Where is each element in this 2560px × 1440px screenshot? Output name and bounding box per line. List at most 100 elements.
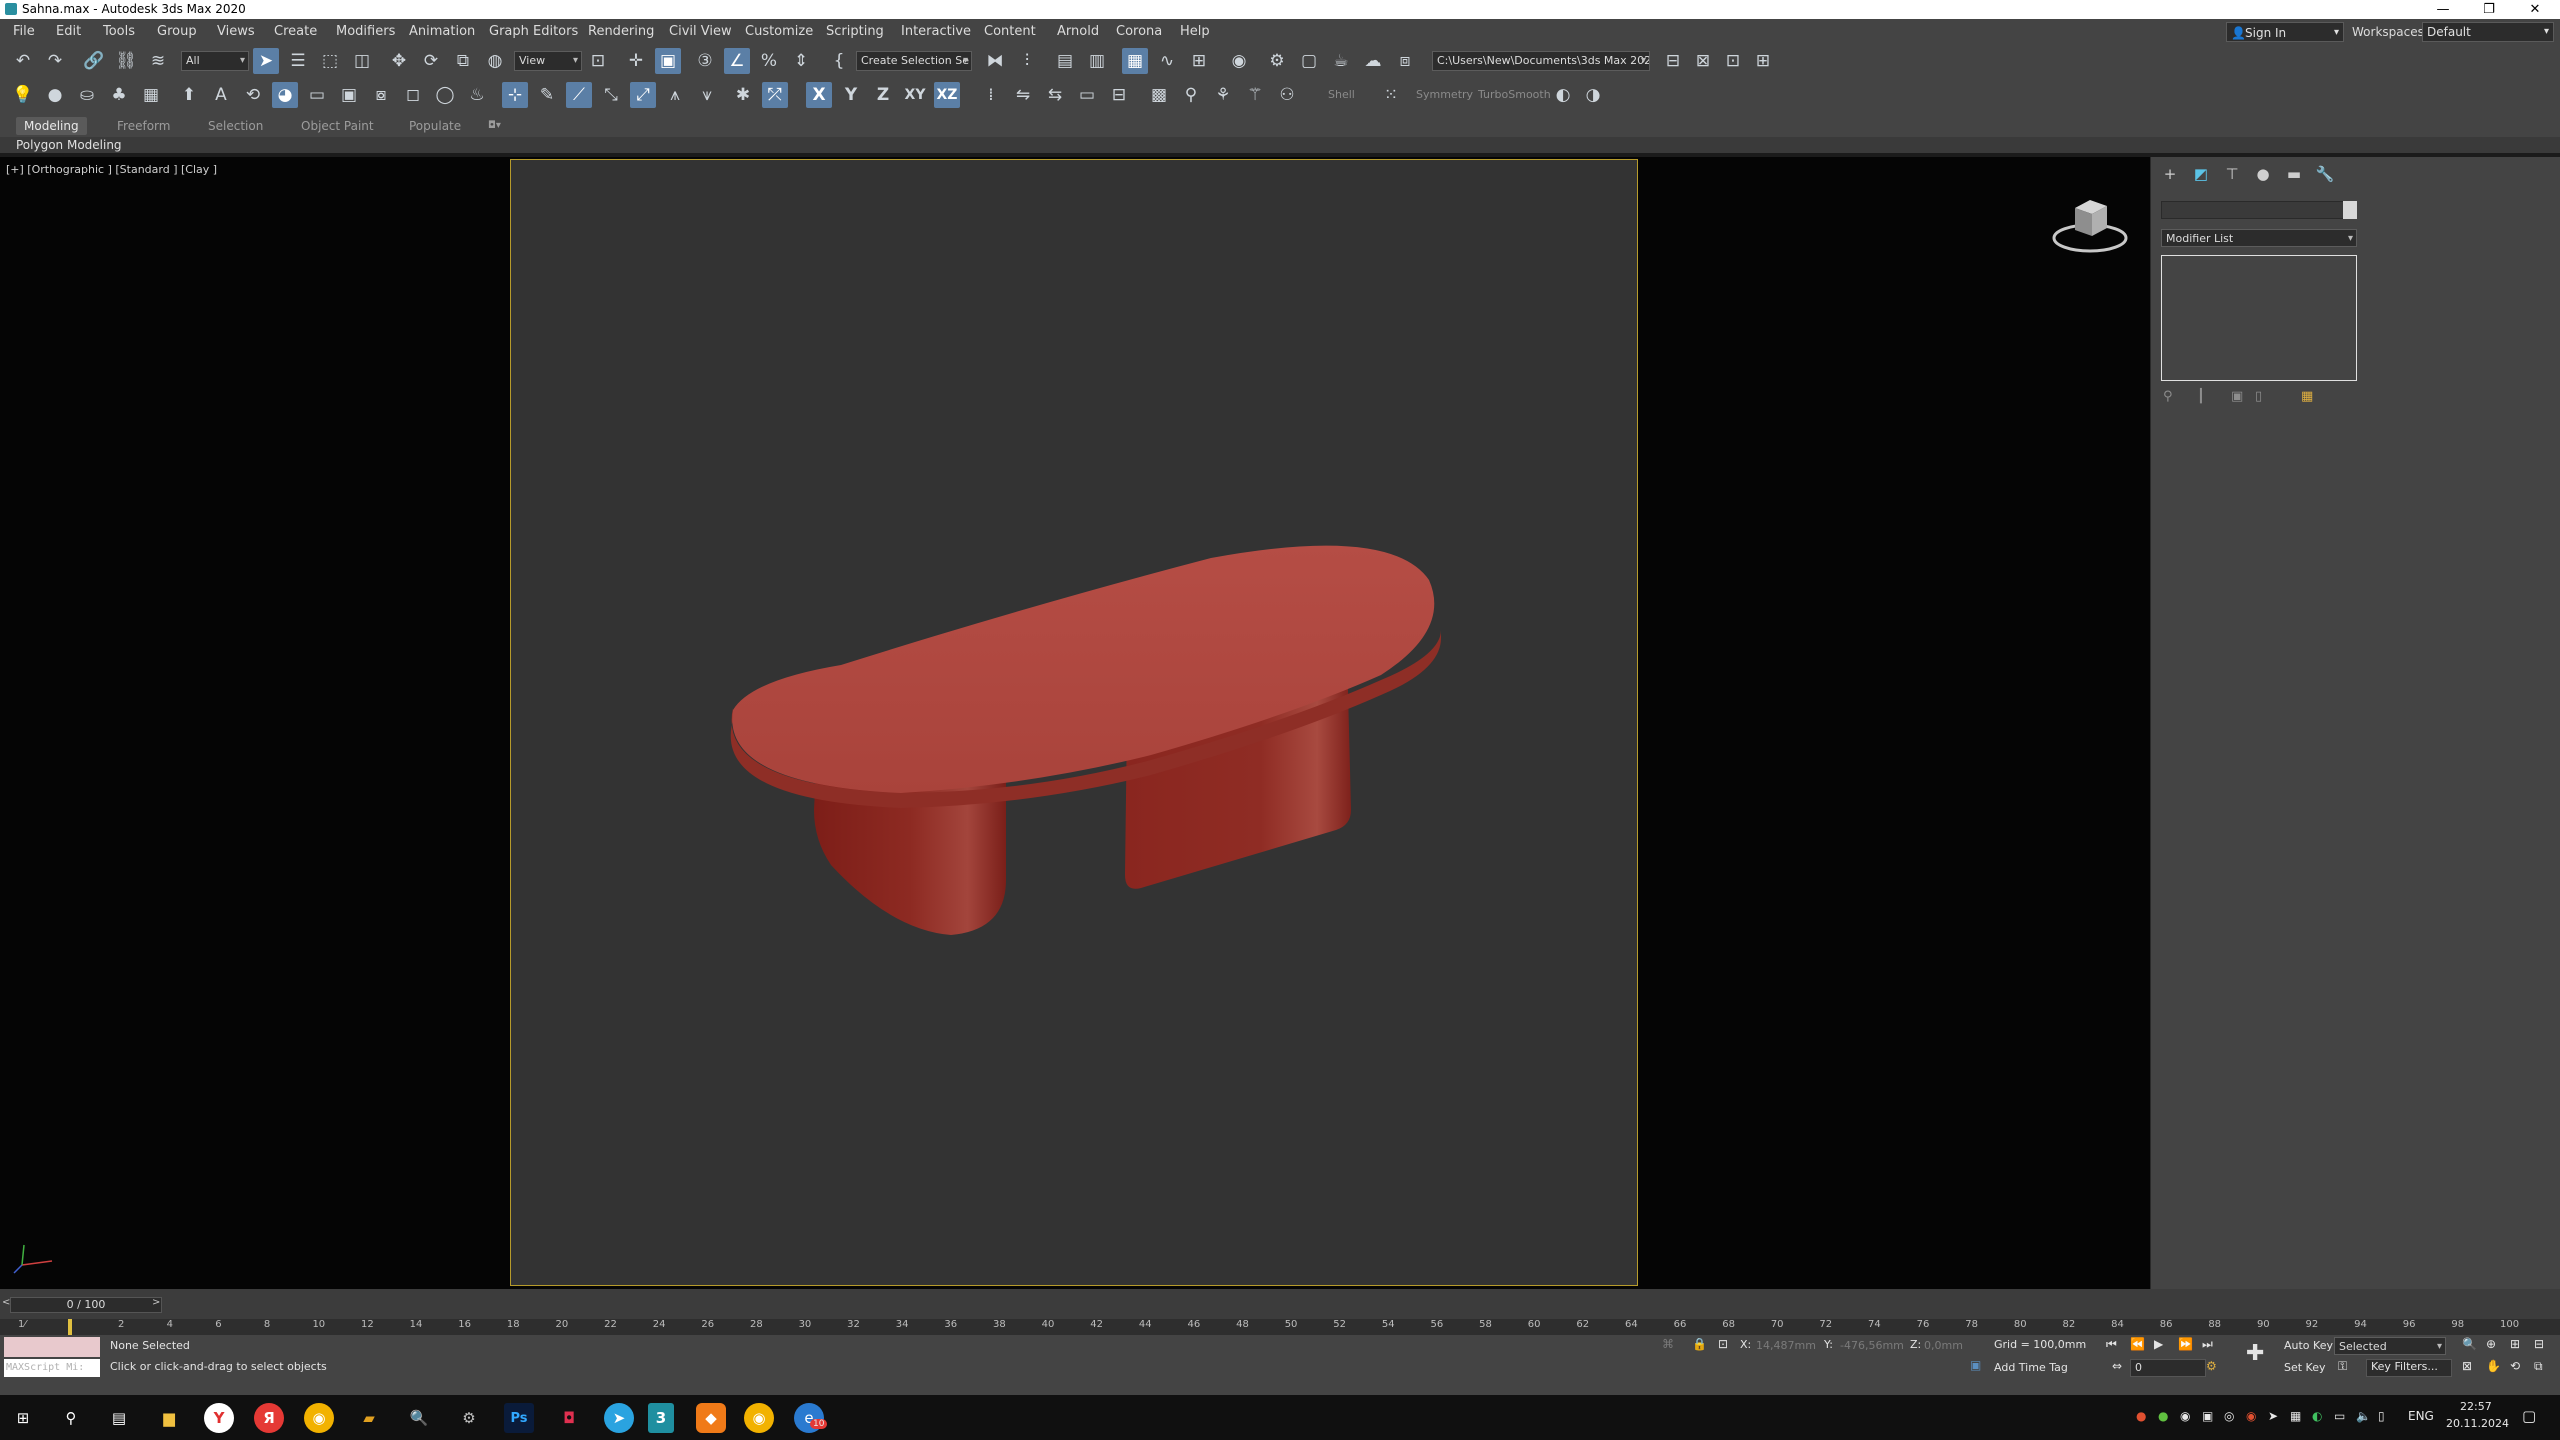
ribbon-tab-populate[interactable]: Populate	[409, 117, 461, 135]
link-icon[interactable]: 🔗	[81, 48, 107, 74]
chrome-icon[interactable]: ◉	[304, 1403, 334, 1433]
3dsmax-taskbar-icon[interactable]: 3	[648, 1403, 674, 1433]
select-by-name-icon[interactable]: ☰	[285, 48, 311, 74]
mirror-icon[interactable]: ⧓	[982, 48, 1008, 74]
hierarchy-icon[interactable]: ⚲	[1178, 82, 1204, 108]
go-to-end-icon[interactable]: ⏭	[2202, 1337, 2213, 1352]
menu-create[interactable]: Create	[274, 19, 317, 45]
axis-y-button[interactable]: Y	[838, 82, 864, 108]
tray-app-icon-3[interactable]: ◉	[2180, 1409, 2190, 1423]
search-icon[interactable]: ⚲	[56, 1403, 86, 1433]
character-icon[interactable]: ⚇	[1274, 82, 1300, 108]
toggle-ribbon-icon[interactable]: ▦	[1122, 48, 1148, 74]
teapot-icon[interactable]: ◕	[272, 82, 298, 108]
menu-tools[interactable]: Tools	[103, 19, 135, 45]
photoshop-icon[interactable]: Ps	[504, 1403, 534, 1433]
language-indicator[interactable]: ENG	[2408, 1409, 2434, 1423]
shell-modifier-button[interactable]: Shell	[1328, 85, 1355, 105]
menu-interactive[interactable]: Interactive	[901, 19, 971, 45]
menu-help[interactable]: Help	[1180, 19, 1210, 45]
battery-icon[interactable]: ▯	[2378, 1409, 2385, 1423]
z-coord-field[interactable]: 0,0mm	[1924, 1338, 1963, 1354]
axis-xz-button[interactable]: XZ	[934, 82, 960, 108]
maximize-viewport-icon[interactable]: ⧉	[2534, 1359, 2543, 1374]
task-view-icon[interactable]: ▤	[104, 1403, 134, 1433]
menu-group[interactable]: Group	[157, 19, 197, 45]
ribbon-tab-freeform[interactable]: Freeform	[117, 117, 170, 135]
render-in-cloud-icon[interactable]: ☁	[1360, 48, 1386, 74]
plane-icon[interactable]: ▭	[304, 82, 330, 108]
viewport-label[interactable]: [+] [Orthographic ] [Standard ] [Clay ]	[6, 163, 217, 176]
modifier-list-dropdown[interactable]: Modifier List	[2161, 229, 2357, 247]
ribbon-options-icon[interactable]: ◘▾	[488, 117, 501, 135]
snap-vertex-icon[interactable]: ✎	[534, 82, 560, 108]
play-icon[interactable]: ▶	[2154, 1337, 2163, 1351]
absolute-mode-icon[interactable]: ⊡	[1718, 1337, 1728, 1351]
selection-filter-dropdown[interactable]: All	[181, 51, 249, 71]
file-explorer-icon[interactable]: ▆	[154, 1403, 184, 1433]
material-editor-icon[interactable]: ◉	[1226, 48, 1252, 74]
set-key-button[interactable]: Set Key	[2284, 1361, 2326, 1374]
auto-key-button[interactable]: Auto Key	[2284, 1339, 2333, 1352]
project-close-icon[interactable]: ⊞	[1750, 48, 1776, 74]
render-production-icon[interactable]: ☕	[1328, 48, 1354, 74]
tray-app-icon-2[interactable]: ●	[2158, 1409, 2168, 1423]
tree-icon[interactable]: ♣	[106, 82, 132, 108]
snap-face-icon[interactable]: ⤡	[598, 82, 624, 108]
make-unique-icon[interactable]: ▣	[2231, 389, 2243, 404]
lamp-icon[interactable]: ♨	[464, 82, 490, 108]
menu-file[interactable]: File	[13, 19, 35, 45]
maxscript-listener[interactable]: MAXScript Mi:	[4, 1337, 100, 1377]
tray-app-icon-5[interactable]: ◎	[2224, 1409, 2234, 1423]
snap-perp-icon[interactable]: ⩛	[694, 82, 720, 108]
named-selection-set-dropdown[interactable]: Create Selection Se	[856, 51, 972, 71]
prev-key-icon[interactable]: ⏪	[2130, 1337, 2145, 1351]
close-button[interactable]: ✕	[2512, 0, 2558, 19]
schematic-view-icon[interactable]: ⊞	[1186, 48, 1212, 74]
sketchup-icon[interactable]: ◆	[696, 1403, 726, 1433]
text-tool-icon[interactable]: A	[208, 82, 234, 108]
frame-icon[interactable]: ▣	[336, 82, 362, 108]
tray-app-icon-1[interactable]: ●	[2136, 1409, 2146, 1423]
key-filter-selection-dropdown[interactable]: Selected	[2334, 1337, 2446, 1355]
array-icon[interactable]: ⁞	[978, 82, 1004, 108]
time-slider[interactable]: 0 / 100	[10, 1297, 162, 1313]
normal-align-icon[interactable]: ⊟	[1106, 82, 1132, 108]
menu-scripting[interactable]: Scripting	[826, 19, 884, 45]
table-model[interactable]	[511, 160, 1637, 1285]
key-filters-button[interactable]: Key Filters...	[2366, 1359, 2452, 1377]
ribbon-panel-polygon-modeling[interactable]: Polygon Modeling	[0, 137, 2560, 153]
snap-pivot-icon[interactable]: ⤢	[630, 82, 656, 108]
ribbon-tab-modeling[interactable]: Modeling	[16, 117, 87, 135]
go-to-start-icon[interactable]: ⏮	[2106, 1337, 2117, 1352]
show-end-result-icon[interactable]: ┃	[2197, 389, 2205, 404]
ribbon-tab-selection[interactable]: Selection	[208, 117, 263, 135]
clone-align-icon[interactable]: ⇆	[1042, 82, 1068, 108]
reference-coordinate-dropdown[interactable]: View	[514, 51, 582, 71]
set-key-big-icon[interactable]: ✚	[2246, 1341, 2264, 1366]
tray-telegram-icon[interactable]: ➤	[2268, 1409, 2278, 1423]
display-tab-icon[interactable]: ▬	[2281, 163, 2307, 185]
zoom-extents-all-icon[interactable]: ⊟	[2534, 1337, 2544, 1351]
network-icon[interactable]: ▭	[2334, 1409, 2345, 1423]
track-bar[interactable]: 1⁄ 2 4 6 8 10 12 14 16 18 20 22 24 26 28 30 32 34 36 38 40 4…	[0, 1319, 2560, 1335]
a360-gallery-icon[interactable]: ⧈	[1392, 48, 1418, 74]
scale-icon[interactable]: ⧉	[450, 48, 476, 74]
axis-constraint-icon[interactable]: ⤱	[762, 82, 788, 108]
time-cursor[interactable]	[68, 1319, 72, 1335]
object-name-field[interactable]	[2161, 201, 2349, 219]
sign-in-dropdown[interactable]: 👤 Sign In ▾	[2226, 22, 2344, 42]
minimize-button[interactable]: —	[2420, 0, 2466, 19]
next-frame-icon[interactable]: >	[152, 1297, 160, 1308]
add-time-tag[interactable]: Add Time Tag	[1994, 1361, 2068, 1374]
rectangular-selection-icon[interactable]: ⬚	[317, 48, 343, 74]
tray-app-icon-8[interactable]: ◐	[2312, 1409, 2322, 1423]
notifications-icon[interactable]: ▢	[2522, 1407, 2536, 1425]
isolate-icon[interactable]: ⌘	[1662, 1337, 1674, 1351]
mesh-icon[interactable]: ⧇	[368, 82, 394, 108]
clock-date[interactable]: 20.11.2024	[2446, 1417, 2509, 1430]
menu-corona[interactable]: Corona	[1116, 19, 1162, 45]
bone-icon[interactable]: ⚚	[1242, 82, 1268, 108]
camera-app-icon[interactable]: ◘	[554, 1403, 584, 1433]
percent-snap-icon[interactable]: %	[756, 48, 782, 74]
